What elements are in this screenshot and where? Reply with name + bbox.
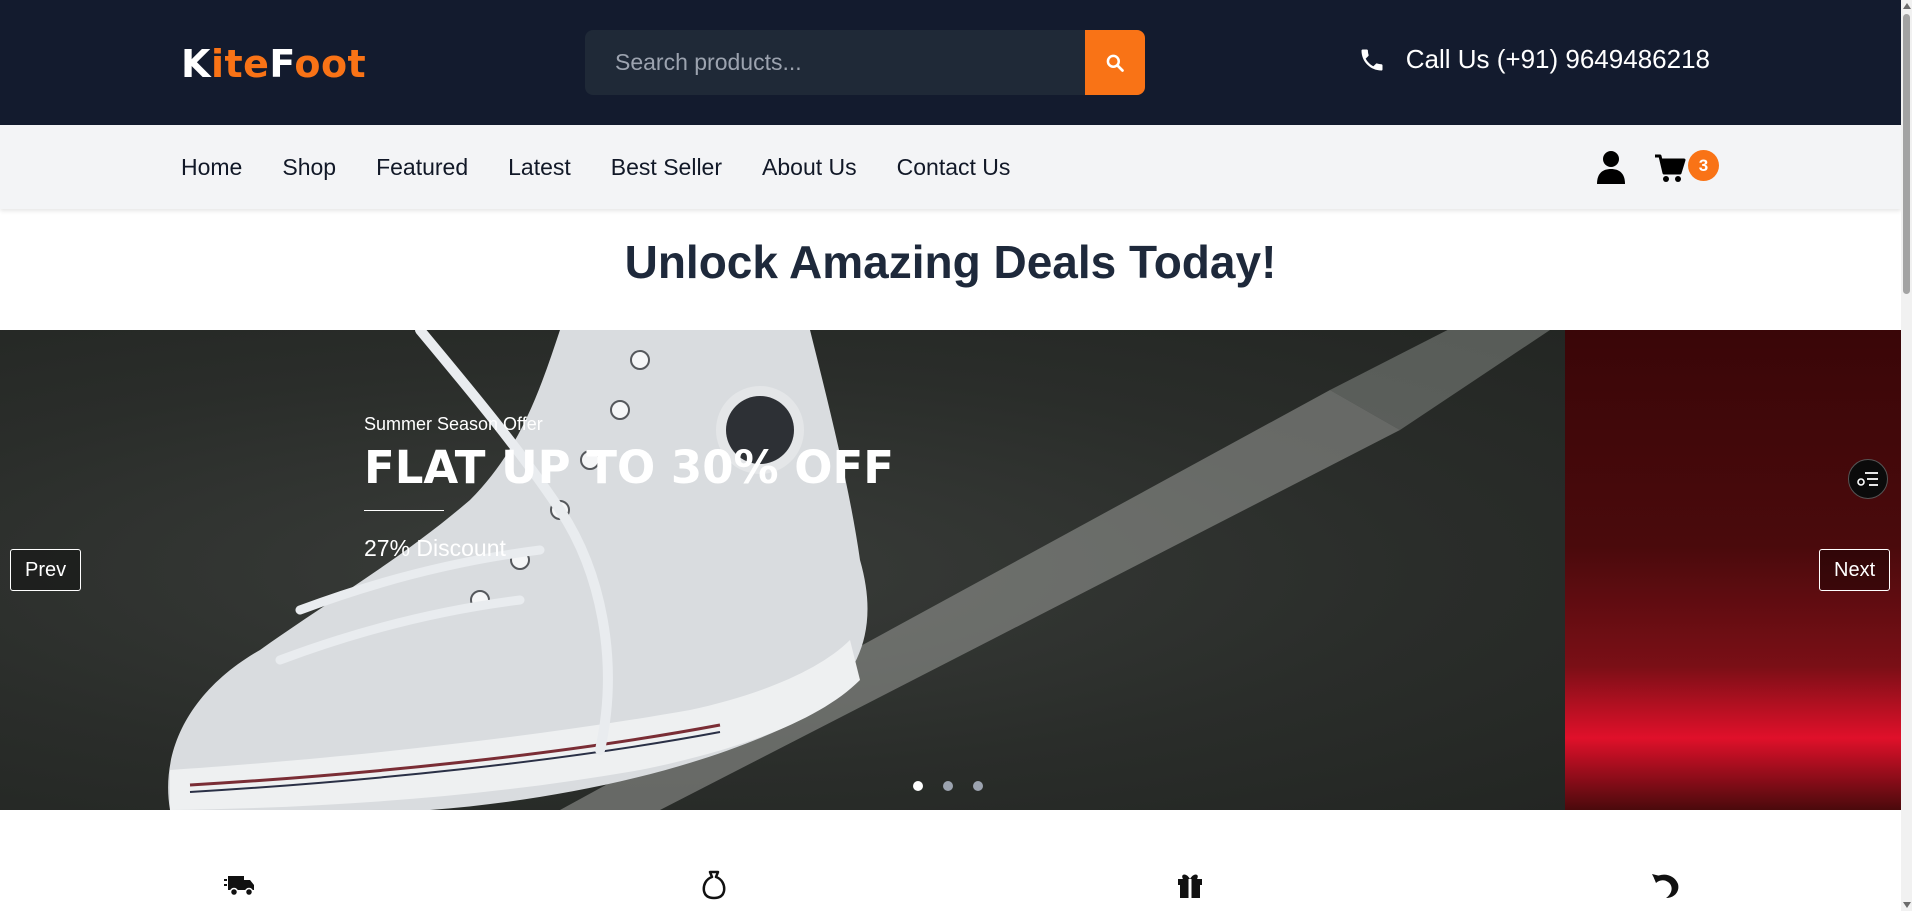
nav-about-us[interactable]: About Us xyxy=(762,154,857,181)
logo-end: oot xyxy=(294,42,367,86)
search-input[interactable] xyxy=(585,30,1085,95)
hero-slide-image: Summer Season Offer FLAT UP TO 30% OFF 2… xyxy=(0,330,1565,810)
filter-toggle-button[interactable] xyxy=(1848,459,1888,499)
top-header: KiteFoot Call Us (+91) 9649486218 xyxy=(0,0,1901,125)
next-slide-button[interactable]: Next xyxy=(1819,549,1891,591)
scroll-thumb[interactable] xyxy=(1903,14,1910,294)
hero-divider xyxy=(364,510,444,511)
page-scrollbar[interactable] xyxy=(1901,0,1912,911)
site-logo[interactable]: KiteFoot xyxy=(181,42,366,86)
phone-contact[interactable]: Call Us (+91) 9649486218 xyxy=(1358,44,1710,75)
hero-text-block: Summer Season Offer FLAT UP TO 30% OFF 2… xyxy=(364,414,894,562)
nav-links: Home Shop Featured Latest Best Seller Ab… xyxy=(181,125,1010,209)
prev-slide-button[interactable]: Prev xyxy=(10,549,82,591)
phone-text: Call Us (+91) 9649486218 xyxy=(1405,44,1710,74)
logo-mid: ite xyxy=(210,42,270,86)
truck-icon xyxy=(224,876,254,897)
filter-list-icon xyxy=(1857,472,1878,486)
hero-title: FLAT UP TO 30% OFF xyxy=(364,441,895,494)
phone-icon xyxy=(1361,49,1383,70)
search-icon xyxy=(1106,54,1124,72)
nav-shop[interactable]: Shop xyxy=(282,154,336,181)
page-headline: Unlock Amazing Deals Today! xyxy=(624,236,1277,288)
nav-latest[interactable]: Latest xyxy=(508,154,571,181)
scroll-up-arrow[interactable] xyxy=(1903,3,1911,9)
carousel-dot-1[interactable] xyxy=(913,781,923,791)
return-arrow-icon xyxy=(1652,874,1679,898)
cart-button[interactable]: 3 xyxy=(1654,150,1720,184)
nav-best-seller[interactable]: Best Seller xyxy=(611,154,722,181)
search-bar xyxy=(585,30,1145,95)
scroll-down-arrow[interactable] xyxy=(1903,902,1911,908)
money-bag-icon xyxy=(702,870,726,900)
hero-subtitle: Summer Season Offer xyxy=(364,414,543,434)
cart-count-badge: 3 xyxy=(1688,150,1719,181)
nav-contact-us[interactable]: Contact Us xyxy=(897,154,1011,181)
cart-icon xyxy=(1655,154,1686,182)
hero-discount: 27% Discount xyxy=(364,535,506,561)
search-button[interactable] xyxy=(1085,30,1145,95)
nav-featured[interactable]: Featured xyxy=(376,154,468,181)
user-account-icon[interactable] xyxy=(1596,150,1626,184)
gift-icon xyxy=(1178,874,1202,898)
sneaker-image xyxy=(168,330,1550,810)
nav-home[interactable]: Home xyxy=(181,154,242,181)
logo-f-part: F xyxy=(269,42,295,86)
logo-initial: K xyxy=(181,42,211,86)
carousel-dot-2[interactable] xyxy=(943,781,953,791)
carousel-indicators xyxy=(913,781,983,791)
carousel-dot-3[interactable] xyxy=(973,781,983,791)
features-row xyxy=(0,868,1901,911)
hero-carousel: Summer Season Offer FLAT UP TO 30% OFF 2… xyxy=(0,330,1901,810)
